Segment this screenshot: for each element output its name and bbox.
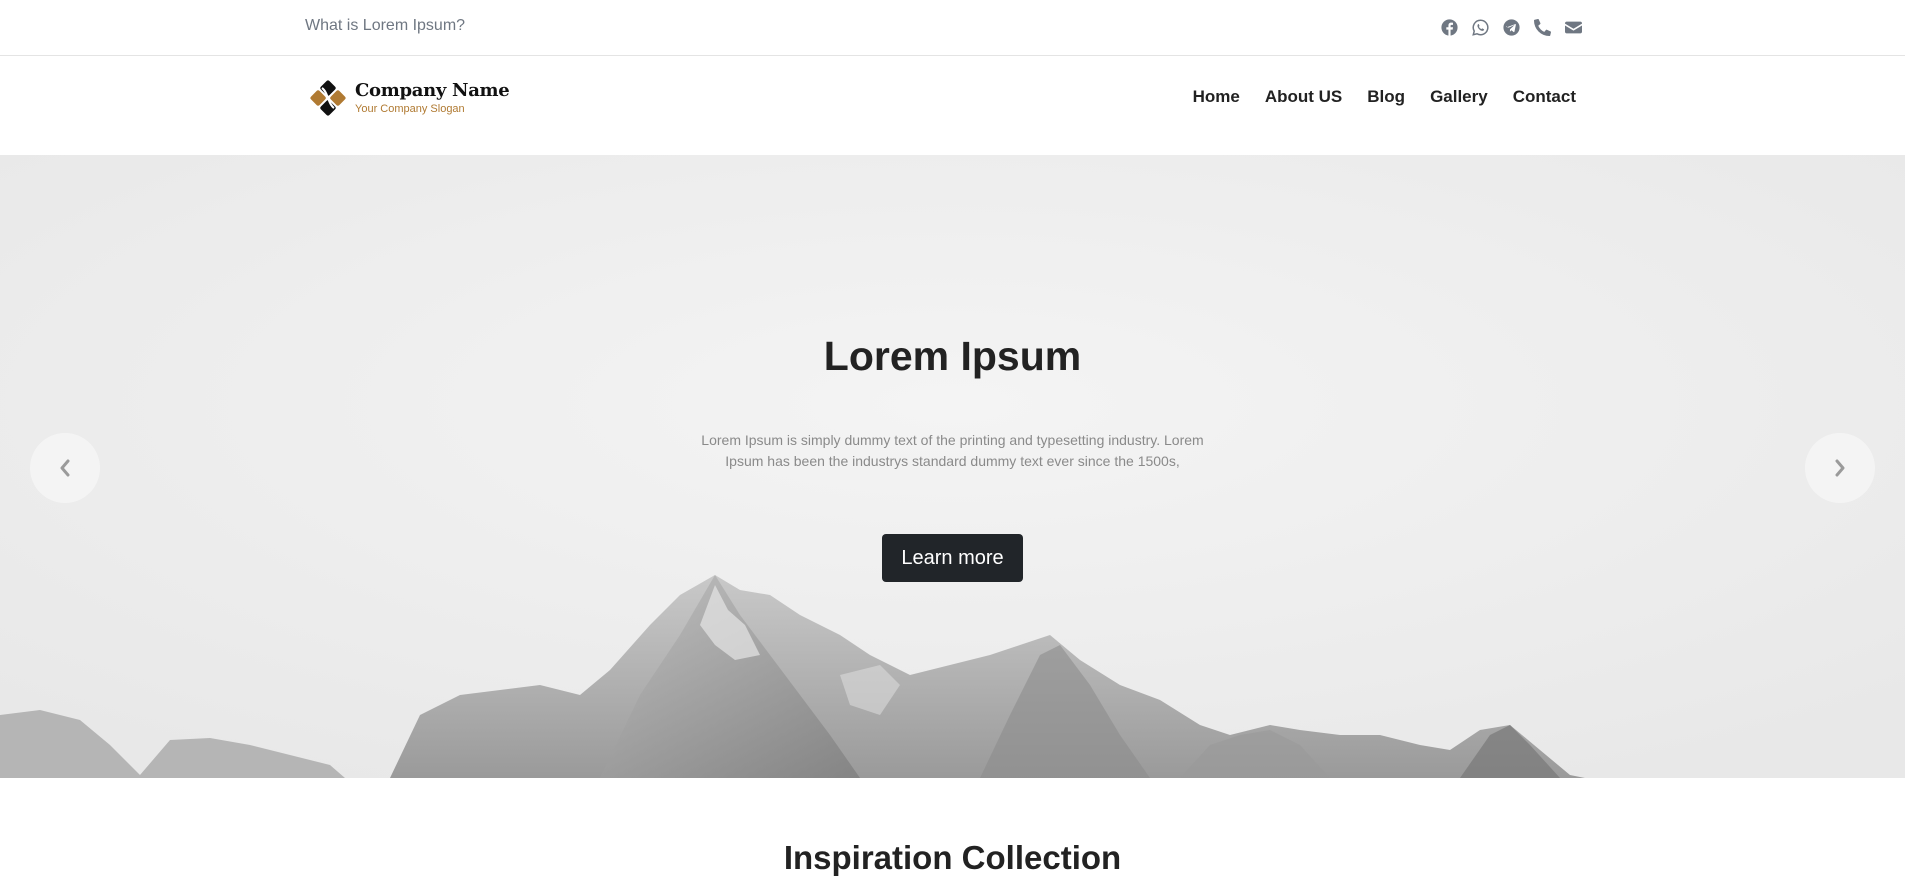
slider-prev-button[interactable] bbox=[30, 433, 100, 503]
top-bar: What is Lorem Ipsum? bbox=[0, 0, 1905, 56]
nav-about-us[interactable]: About US bbox=[1265, 87, 1342, 107]
company-slogan: Your Company Slogan bbox=[355, 102, 465, 115]
whatsapp-icon[interactable] bbox=[1471, 16, 1489, 38]
section-title-light: Inspiration bbox=[783, 839, 953, 876]
nav-gallery[interactable]: Gallery bbox=[1430, 87, 1488, 107]
site-header: Company Name Your Company Slogan Home Ab… bbox=[0, 57, 1905, 155]
telegram-icon[interactable] bbox=[1502, 16, 1520, 38]
nav-blog[interactable]: Blog bbox=[1367, 87, 1405, 107]
hero-slider: Lorem Ipsum Lorem Ipsum is simply dummy … bbox=[0, 155, 1905, 778]
facebook-icon[interactable] bbox=[1440, 16, 1458, 38]
chevron-right-icon bbox=[1835, 459, 1845, 477]
nav-contact[interactable]: Contact bbox=[1513, 87, 1576, 107]
envelope-icon[interactable] bbox=[1564, 16, 1582, 38]
nav-home[interactable]: Home bbox=[1193, 87, 1240, 107]
section-title-bold: Collection bbox=[961, 839, 1122, 876]
logo-mark-icon bbox=[310, 80, 346, 116]
logo-text: Company Name Your Company Slogan bbox=[355, 79, 510, 116]
top-bar-question-link[interactable]: What is Lorem Ipsum? bbox=[305, 17, 465, 35]
social-links bbox=[1440, 16, 1582, 38]
chevron-left-icon bbox=[60, 459, 70, 477]
learn-more-button[interactable]: Learn more bbox=[882, 534, 1023, 582]
hero-title: Lorem Ipsum bbox=[823, 333, 1082, 379]
company-name: Company Name bbox=[355, 79, 510, 101]
hero-description: Lorem Ipsum is simply dummy text of the … bbox=[701, 432, 1204, 469]
company-logo[interactable]: Company Name Your Company Slogan bbox=[304, 74, 510, 122]
section-title: Inspiration Collection bbox=[0, 838, 1905, 878]
slider-next-button[interactable] bbox=[1805, 433, 1875, 503]
phone-icon[interactable] bbox=[1533, 16, 1551, 38]
main-nav: Home About US Blog Gallery Contact bbox=[1193, 87, 1576, 107]
